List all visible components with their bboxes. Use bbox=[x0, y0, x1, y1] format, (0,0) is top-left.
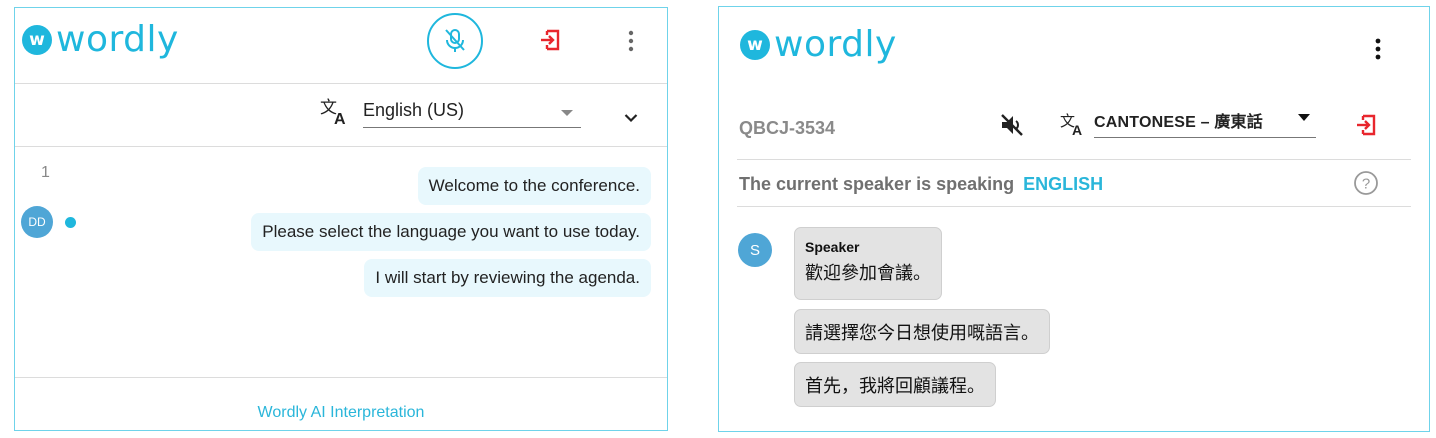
speaker-muted-icon[interactable] bbox=[999, 113, 1025, 137]
footer-link[interactable]: Wordly AI Interpretation bbox=[15, 404, 667, 422]
toolbar-divider bbox=[737, 159, 1411, 160]
dropdown-caret-icon bbox=[1298, 114, 1310, 121]
speaker-name: Speaker bbox=[805, 239, 860, 255]
help-icon[interactable]: ? bbox=[1353, 170, 1379, 196]
message-text: 歡迎參加會議。 bbox=[805, 263, 931, 284]
message-bubble: I will start by reviewing the agenda. bbox=[364, 259, 651, 297]
avatar: DD bbox=[21, 206, 53, 238]
language-select[interactable]: English (US) bbox=[363, 94, 581, 128]
svg-text:A: A bbox=[1072, 122, 1082, 137]
session-code: QBCJ-3534 bbox=[739, 118, 836, 138]
toolbar-divider bbox=[15, 146, 667, 147]
chevron-down-icon[interactable] bbox=[624, 113, 638, 123]
language-select-value: English (US) bbox=[363, 100, 465, 120]
logo-text: wordly bbox=[774, 24, 897, 65]
exit-button[interactable] bbox=[1353, 112, 1379, 138]
exit-icon bbox=[1357, 114, 1376, 136]
message-bubble: Welcome to the conference. bbox=[417, 167, 651, 205]
translate-icon: 文 A bbox=[1060, 112, 1082, 137]
header-divider bbox=[15, 83, 667, 84]
logo-text: wordly bbox=[56, 19, 179, 60]
avatar: S bbox=[738, 233, 772, 267]
message-bubble: Please select the language you want to u… bbox=[251, 213, 651, 251]
more-vert-icon bbox=[628, 30, 634, 52]
exit-icon bbox=[541, 29, 560, 51]
svg-text:?: ? bbox=[1362, 176, 1370, 193]
logo-badge: w bbox=[740, 30, 770, 60]
speaking-indicator-dot bbox=[65, 217, 76, 228]
more-menu-button[interactable] bbox=[1368, 34, 1388, 64]
language-select[interactable]: CANTONESE – 廣東話 bbox=[1094, 103, 1316, 138]
mic-off-icon bbox=[445, 29, 465, 52]
right-app-panel: w wordly QBCJ-3534 文 A CANTONESE – 廣東話 T… bbox=[718, 6, 1430, 432]
more-vert-icon bbox=[1375, 38, 1381, 60]
svg-text:A: A bbox=[334, 111, 346, 126]
left-app-panel: w wordly 文 A English (US) 1 DD Welcome t… bbox=[14, 7, 668, 431]
translate-icon: 文 A bbox=[320, 98, 346, 126]
status-divider bbox=[737, 206, 1411, 207]
exit-button[interactable] bbox=[537, 27, 563, 53]
speaker-status-text: The current speaker is speaking bbox=[739, 174, 1015, 194]
mic-toggle-button[interactable] bbox=[427, 13, 483, 69]
message-bubble: 請選擇您今日想使用嘅語言。 bbox=[794, 309, 1050, 354]
footer-divider bbox=[15, 377, 667, 378]
wordly-logo: w wordly bbox=[740, 27, 897, 63]
message-number: 1 bbox=[41, 164, 50, 181]
message-bubble-first: Speaker 歡迎參加會議。 bbox=[794, 227, 942, 300]
wordly-logo: w wordly bbox=[22, 22, 179, 58]
message-bubble: 首先，我將回顧議程。 bbox=[794, 362, 996, 407]
speaker-language: ENGLISH bbox=[1023, 174, 1104, 194]
logo-badge: w bbox=[22, 25, 52, 55]
more-menu-button[interactable] bbox=[621, 26, 641, 56]
speaker-status: The current speaker is speaking ENGLISH bbox=[739, 174, 1103, 195]
dropdown-caret-icon bbox=[561, 110, 573, 116]
language-select-value: CANTONESE – 廣東話 bbox=[1094, 114, 1263, 131]
